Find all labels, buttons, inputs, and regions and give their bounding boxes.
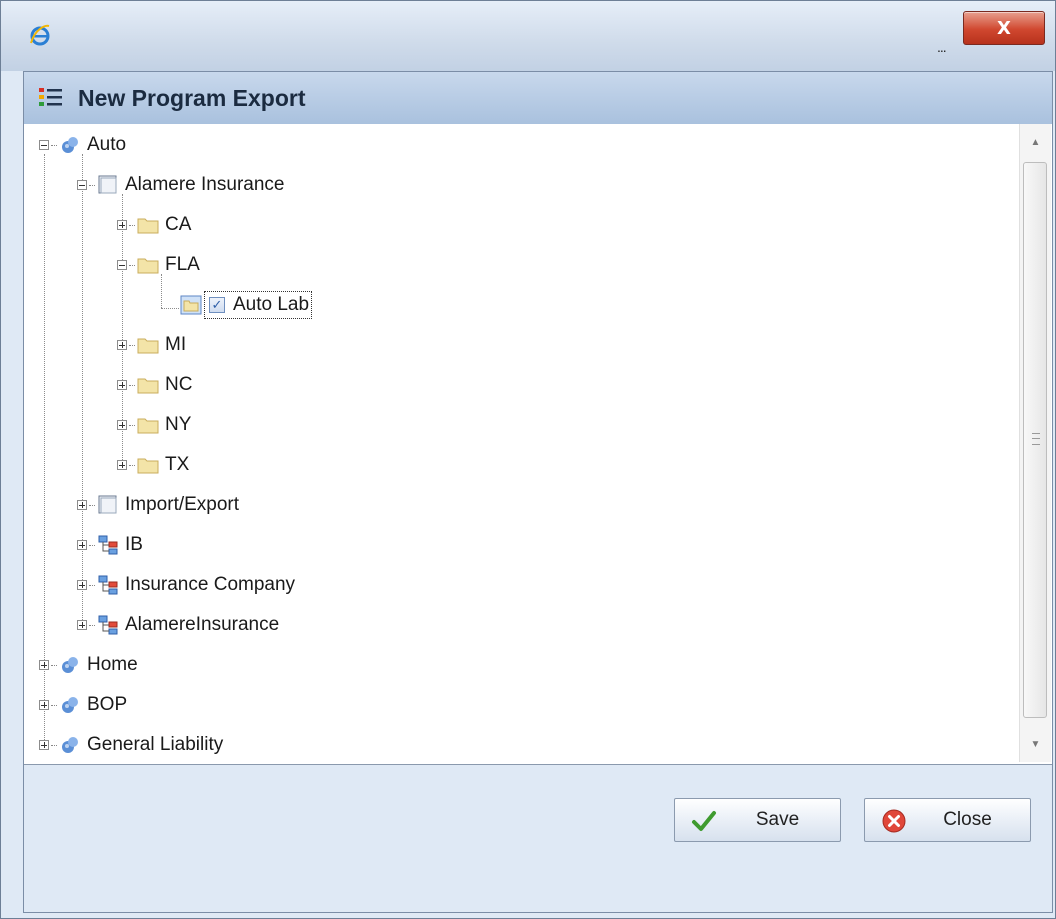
company-icon [98, 175, 117, 194]
scroll-up-arrow-icon[interactable]: ▲ [1020, 130, 1051, 154]
new-program-export-dialog: New Program Export Auto Alamere Insuranc… [23, 71, 1053, 913]
folder-icon [137, 218, 159, 234]
collapse-icon[interactable] [117, 260, 127, 270]
dialog-header: New Program Export [24, 72, 1052, 125]
folder-icon [137, 458, 159, 474]
tree-node-label: IB [125, 534, 143, 555]
tree-node-insurance-company[interactable]: Insurance Company [77, 570, 295, 600]
title-ellipsis: ... [937, 39, 947, 55]
program-folder-icon [180, 295, 202, 315]
tree-node-label: TX [165, 454, 190, 475]
tree-node-label: Auto Lab [233, 294, 310, 315]
hierarchy-icon [98, 535, 118, 555]
scroll-down-arrow-icon[interactable]: ▼ [1020, 732, 1051, 756]
expand-icon[interactable] [117, 420, 127, 430]
window-titlebar: ... X [1, 1, 1055, 71]
tree-node-ca[interactable]: CA [117, 210, 191, 240]
tree-node-label: General Liability [87, 734, 224, 755]
expand-icon[interactable] [117, 380, 127, 390]
expand-icon[interactable] [77, 500, 87, 510]
tree-node-label: FLA [165, 254, 200, 275]
tree-list-icon [39, 88, 62, 106]
product-line-icon [62, 657, 78, 673]
tree-node-import-export[interactable]: Import/Export [77, 490, 239, 520]
window-close-button[interactable]: X [963, 11, 1045, 45]
expand-icon[interactable] [77, 580, 87, 590]
tree-node-ib[interactable]: IB [77, 530, 143, 560]
tree-node-label: Home [87, 654, 138, 675]
tree-guide-autolab [161, 308, 179, 309]
folder-icon [137, 418, 159, 434]
tree-node-label: AlamereInsurance [125, 614, 280, 635]
tree-node-home[interactable]: Home [39, 650, 138, 680]
close-button[interactable]: Close [864, 798, 1031, 842]
expand-icon[interactable] [39, 740, 49, 750]
tree-node-label: BOP [87, 694, 128, 715]
vertical-scrollbar[interactable]: ▲ ▼ [1019, 124, 1051, 762]
tree-node-label: Auto [87, 134, 127, 155]
tree-node-fla[interactable]: FLA [117, 250, 200, 280]
tree-node-tx[interactable]: TX [117, 450, 189, 480]
grip-icon [1032, 433, 1040, 445]
tree-node-ny[interactable]: NY [117, 410, 191, 440]
close-icon: X [997, 17, 1011, 39]
auto-lab-selection[interactable]: ✓ Auto Lab [204, 291, 313, 319]
tree-node-label: NC [165, 374, 193, 395]
tree-node-label: Import/Export [125, 494, 240, 515]
tree-node-nc[interactable]: NC [117, 370, 192, 400]
tree-node-alamere-insurance[interactable]: Alamere Insurance [77, 170, 284, 200]
scrollbar-thumb[interactable] [1023, 162, 1047, 718]
tree-node-label: Insurance Company [125, 574, 296, 595]
save-button[interactable]: Save [674, 798, 841, 842]
product-line-icon [62, 737, 78, 753]
tree-node-general-liability[interactable]: General Liability [39, 730, 223, 760]
expand-icon[interactable] [117, 220, 127, 230]
tree-node-auto[interactable]: Auto [39, 130, 126, 160]
hierarchy-icon [98, 575, 118, 595]
program-tree[interactable]: Auto Alamere Insurance CA FLA ✓ Auto Lab… [24, 124, 1052, 765]
expand-icon[interactable] [117, 340, 127, 350]
dialog-title: New Program Export [78, 85, 306, 111]
close-label: Close [943, 809, 992, 830]
expand-icon[interactable] [77, 620, 87, 630]
company-icon [98, 495, 117, 514]
save-label: Save [755, 809, 800, 830]
tree-node-mi[interactable]: MI [117, 330, 186, 360]
tree-node-auto-lab[interactable]: ✓ Auto Lab [180, 290, 313, 320]
folder-icon [137, 258, 159, 274]
expand-icon[interactable] [117, 460, 127, 470]
tree-node-label: MI [165, 334, 187, 355]
collapse-icon[interactable] [39, 140, 49, 150]
internet-explorer-icon [30, 24, 50, 46]
checked-checkbox-icon[interactable]: ✓ [209, 297, 225, 313]
folder-icon [137, 378, 159, 394]
expand-icon[interactable] [77, 540, 87, 550]
tree-node-bop[interactable]: BOP [39, 690, 127, 720]
expand-icon[interactable] [39, 660, 49, 670]
collapse-icon[interactable] [77, 180, 87, 190]
hierarchy-icon [98, 615, 118, 635]
tree-node-label: NY [165, 414, 192, 435]
product-line-icon [62, 697, 78, 713]
tree-node-label: CA [165, 214, 192, 235]
tree-node-alamereinsurance[interactable]: AlamereInsurance [77, 610, 279, 640]
tree-node-label: Alamere Insurance [125, 174, 285, 195]
product-line-icon [62, 137, 78, 153]
folder-icon [137, 338, 159, 354]
browser-window: ... X New Program Export Auto Alamere In… [0, 0, 1056, 919]
expand-icon[interactable] [39, 700, 49, 710]
